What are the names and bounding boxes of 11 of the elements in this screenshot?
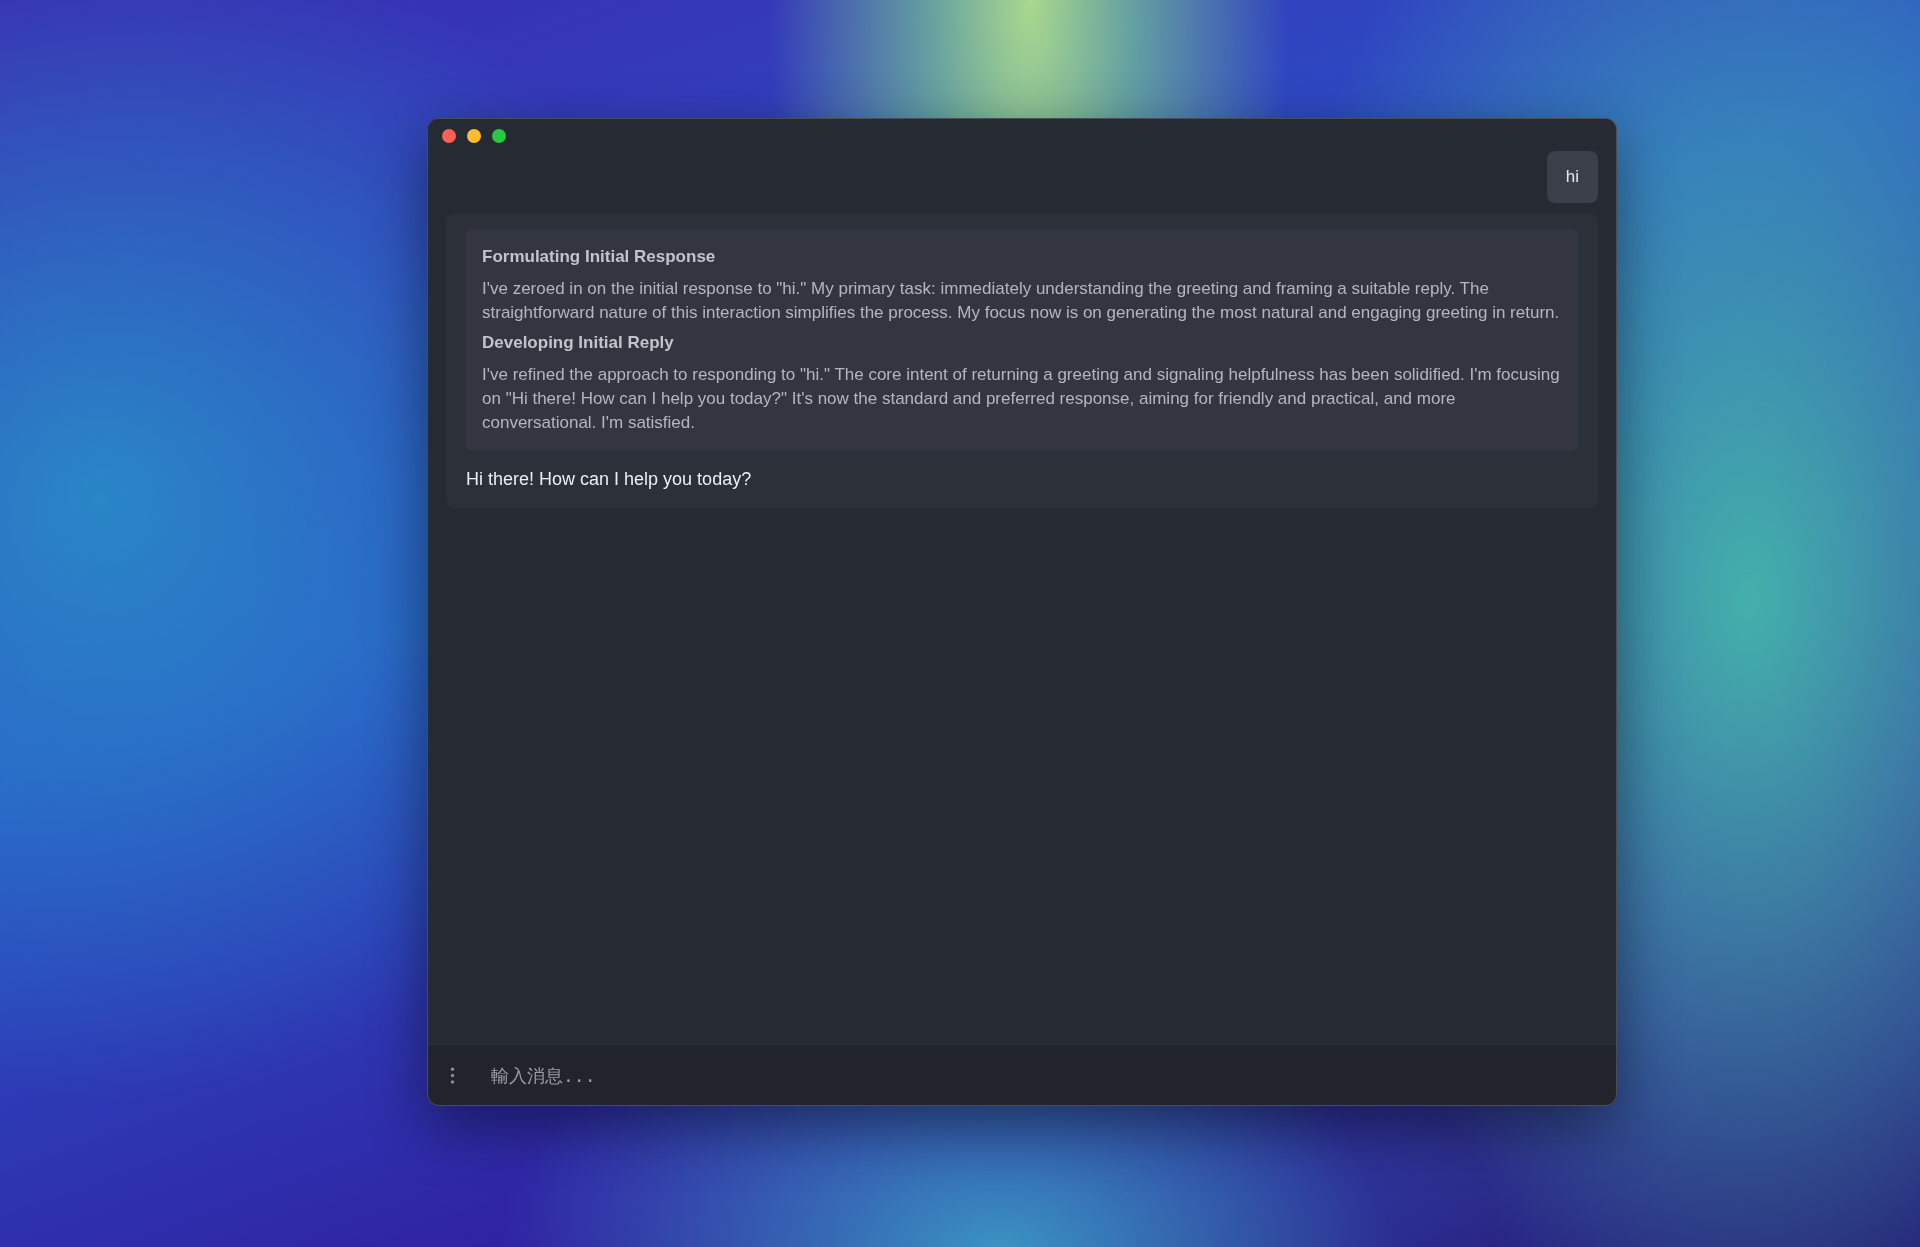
close-button[interactable] xyxy=(442,129,456,143)
thought-text: I've refined the approach to responding to "hi." The core intent of returning a greeting and signaling helpfulness has been solidified. I'm focusing on "Hi there! How can I help you today?" It's now the standard and preferred response, aiming for friendly and practical, and more conversational. I'm satisfied. xyxy=(482,364,1561,434)
thought-text: I've zeroed in on the initial response to "hi." My primary task: immediately understanding the greeting and framing a suitable reply. The straightforward nature of this interaction simplifies the process. My focus now is on generating the most natural and engaging greeting in return. xyxy=(482,278,1561,324)
zoom-button[interactable] xyxy=(492,129,506,143)
minimize-button[interactable] xyxy=(467,129,481,143)
user-message: hi xyxy=(1546,151,1598,203)
thought-heading: Developing Initial Reply xyxy=(482,333,675,353)
thought-heading: Formulating Initial Response xyxy=(482,247,717,267)
more-options-icon[interactable] xyxy=(450,1066,455,1084)
message-input-field[interactable]: 輸入消息... xyxy=(491,1058,1616,1092)
assistant-reply: Hi there! How can I help you today? xyxy=(466,469,753,490)
